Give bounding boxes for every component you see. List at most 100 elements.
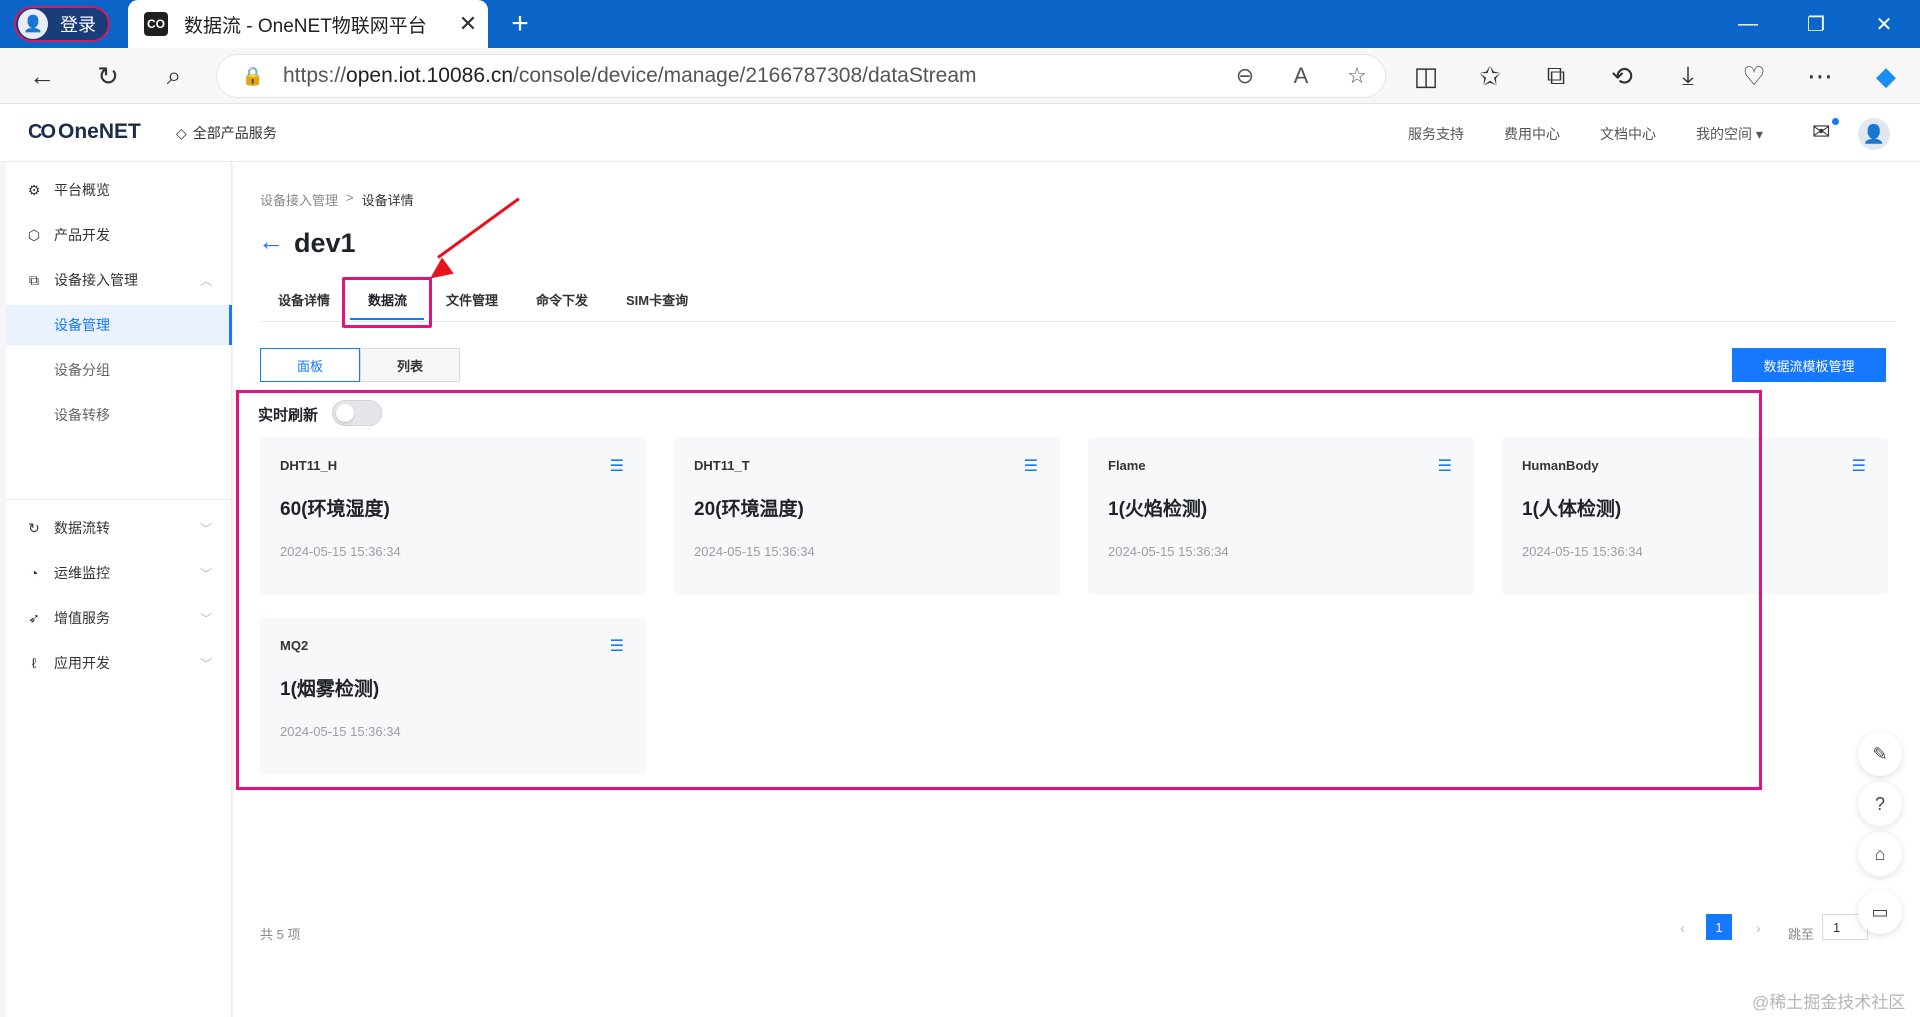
sidebar-item-label: 运维监控 [54,565,110,581]
sidebar-divider [6,499,232,500]
sidebar-item-label: 增值服务 [54,610,110,626]
window-close-icon[interactable]: ✕ [1852,0,1916,48]
diamond-icon: ◇ [176,124,187,141]
mail-icon[interactable]: ✉ [1812,119,1830,145]
lock-icon[interactable]: 🔒 [231,66,275,87]
menu-icon[interactable]: ☰ [1852,456,1866,476]
tab-device-detail[interactable]: 设备详情 [278,290,330,309]
new-tab-button[interactable]: + [504,8,536,40]
sidebar-item-app-dev[interactable]: ℓ 应用开发 ﹀ [6,643,232,683]
view-mode-toggle: 面板 列表 [260,348,460,382]
tab-file-manage[interactable]: 文件管理 [446,290,498,309]
nav-my-space[interactable]: 我的空间 ▾ [1696,124,1763,144]
sidebar-item-label: 产品开发 [54,227,110,243]
dashboard-icon: ⚙ [27,181,41,198]
sidebar-item-label: 应用开发 [54,655,110,671]
reload-icon[interactable]: ↻ [88,56,128,96]
sidebar-item-label: 数据流转 [54,520,110,536]
browser-titlebar: 👤 登录 CO 数据流 - OneNET物联网平台 ✕ + — ❐ ✕ [0,0,1920,48]
tab-title: 数据流 - OneNET物联网平台 [184,15,427,37]
restore-icon[interactable]: ❐ [1784,0,1848,48]
sidebar-item-product-dev[interactable]: ⬡ 产品开发 [6,215,232,255]
watermark: @稀土掘金技术社区 [1752,993,1906,1012]
read-aloud-icon[interactable]: A [1273,63,1329,89]
more-icon[interactable]: ⋯ [1800,56,1840,96]
browser-tab[interactable]: CO 数据流 - OneNET物联网平台 ✕ [128,0,488,48]
back-arrow-icon[interactable]: ← [258,226,284,257]
split-screen-icon[interactable]: ◫ [1406,56,1446,96]
breadcrumb: 设备接入管理 > 设备详情 [260,190,414,209]
total-count: 共 5 项 [260,927,301,942]
nav-billing-center[interactable]: 费用中心 [1504,124,1560,144]
breadcrumb-separator: > [346,190,354,205]
browser-navbar: ← ↻ ⌕ 🔒 https://open.iot.10086.cn/consol… [0,48,1920,104]
page-title: dev1 [294,228,356,258]
back-icon[interactable]: ← [22,56,62,96]
sidebar: ⚙ 平台概览 ⬡ 产品开发 ⧉ 设备接入管理 ︿ 设备管理 设备分组 设备转移 … [6,162,232,1017]
logo-text: OneNET [58,120,141,143]
sidebar-item-device-access[interactable]: ⧉ 设备接入管理 ︿ [6,260,232,300]
chevron-up-icon: ︿ [199,273,212,288]
notification-dot [1832,118,1839,125]
breadcrumb-link[interactable]: 设备接入管理 [260,190,338,209]
datastream-template-button[interactable]: 数据流模板管理 [1732,348,1886,382]
collections-icon[interactable]: ⧉ [1536,56,1576,96]
sidebar-item-label: 设备接入管理 [54,272,138,288]
monitor-icon: ◔ [29,565,39,581]
feedback-float-icon[interactable]: ▭ [1858,890,1902,934]
send-icon: ➶ [28,609,40,626]
cards-highlight-box [236,390,1762,790]
support-float-icon[interactable]: ⌂ [1858,832,1902,876]
all-products-menu[interactable]: ◇ 全部产品服务 [176,123,277,143]
sidebar-subitem-device-group[interactable]: 设备分组 [6,350,232,390]
nav-doc-center[interactable]: 文档中心 [1600,124,1656,144]
sidebar-item-value-added[interactable]: ➶ 增值服务 ﹀ [6,598,232,638]
logo-mark-icon: CO [28,120,56,143]
device-tabs: 设备详情 数据流 文件管理 命令下发 SIM卡查询 [260,280,1896,322]
minimize-icon[interactable]: — [1716,0,1780,48]
jump-label: 跳至 [1788,927,1815,942]
tab-command[interactable]: 命令下发 [536,290,588,309]
tab-sim-query[interactable]: SIM卡查询 [626,290,688,309]
app-icon: ℓ [31,655,37,671]
view-list-button[interactable]: 列表 [360,348,460,382]
profile-label: 登录 [60,15,96,35]
profile-avatar-icon: 👤 [18,9,48,39]
edit-float-icon[interactable]: ✎ [1858,732,1902,776]
sidebar-subitem-device-manage[interactable]: 设备管理 [6,305,232,345]
profile-button[interactable]: 👤 登录 [14,6,110,42]
all-products-label: 全部产品服务 [192,125,277,141]
view-panel-button[interactable]: 面板 [260,348,360,382]
zoom-out-icon[interactable]: ⊖ [1217,63,1273,89]
address-bar[interactable]: 🔒 https://open.iot.10086.cn/console/devi… [216,54,1386,98]
nav-service-support[interactable]: 服务支持 [1408,124,1464,144]
cube-icon: ⬡ [27,226,41,243]
next-page-icon[interactable]: › [1756,920,1761,936]
tab-highlight-box [342,277,432,328]
favorites-icon[interactable]: ✩ [1470,56,1510,96]
flow-icon: ↻ [28,519,40,536]
sidebar-item-label: 平台概览 [54,182,110,198]
chevron-down-icon: ﹀ [199,656,212,671]
sidebar-subitem-device-transfer[interactable]: 设备转移 [6,395,232,435]
sidebar-item-overview[interactable]: ⚙ 平台概览 [6,170,232,210]
favorite-star-icon[interactable]: ☆ [1329,63,1385,89]
chevron-down-icon: ﹀ [199,566,212,581]
onenet-logo[interactable]: CO OneNET [28,120,141,144]
user-avatar[interactable]: 👤 [1858,118,1890,150]
download-icon[interactable]: ⤓ [1668,56,1708,96]
sidebar-item-data-flow[interactable]: ↻ 数据流转 ﹀ [6,508,232,548]
prev-page-icon[interactable]: ‹ [1680,920,1685,936]
help-float-icon[interactable]: ? [1858,782,1902,826]
sidebar-item-ops-monitor[interactable]: ◔ 运维监控 ﹀ [6,553,232,593]
search-icon[interactable]: ⌕ [154,56,194,96]
url-text[interactable]: https://open.iot.10086.cn/console/device… [283,64,1217,88]
page-number-current[interactable]: 1 [1706,914,1732,940]
breadcrumb-current: 设备详情 [361,193,414,208]
tab-close-icon[interactable]: ✕ [448,11,488,37]
history-icon[interactable]: ⟲ [1602,56,1642,96]
copilot-icon[interactable]: ◆ [1866,56,1906,96]
chevron-down-icon: ﹀ [199,611,212,626]
performance-icon[interactable]: ♡ [1734,56,1774,96]
top-navigation: CO OneNET ◇ 全部产品服务 服务支持 费用中心 文档中心 我的空间 ▾… [0,104,1920,162]
